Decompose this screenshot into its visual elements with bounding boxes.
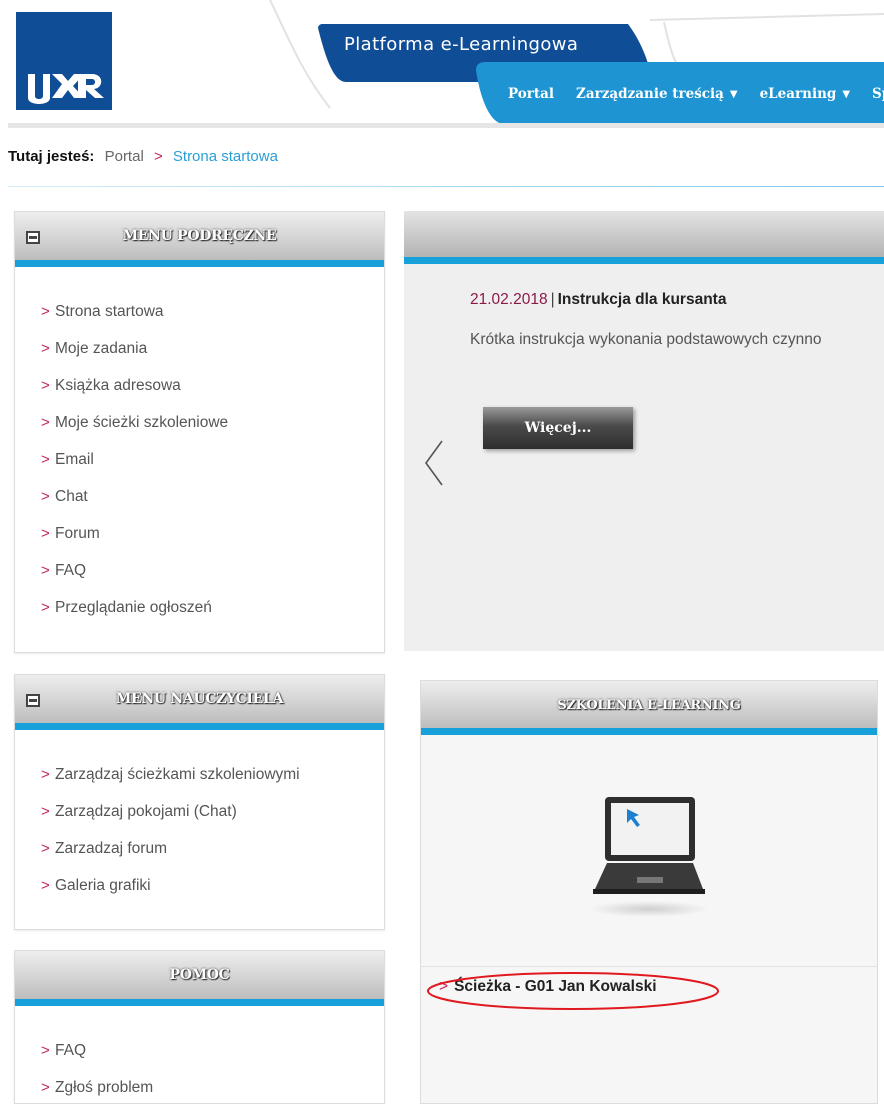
news-date: 21.02.2018 [470, 291, 548, 308]
menu-item-label: FAQ [55, 562, 87, 579]
help-menu-title: POMOC [169, 967, 230, 983]
menu-item-label: Zarządzaj pokojami (Chat) [55, 803, 237, 820]
chevron-right-icon: > [41, 803, 50, 820]
nav-label: Spo [872, 86, 884, 102]
elearning-panel: SZKOLENIA E-LEARNING > Ścieżka - G01 Jan … [420, 680, 878, 1104]
teacher-menu-item[interactable]: > Zarządzaj pokojami (Chat) [15, 793, 384, 830]
chevron-right-icon: > [41, 562, 50, 579]
chevron-right-icon: > [41, 599, 50, 616]
teacher-menu-item[interactable]: > Zarzadzaj forum [15, 830, 384, 867]
highlight-ellipse [427, 972, 719, 1010]
menu-item-label: Chat [55, 488, 88, 505]
ur-logo-icon[interactable] [16, 12, 112, 110]
quick-menu-item[interactable]: > Książka adresowa [15, 367, 384, 404]
nav-content-management[interactable]: Zarządzanie treścią ▼ [576, 86, 738, 102]
news-header [404, 211, 884, 264]
menu-item-label: FAQ [55, 1042, 87, 1059]
header: Platforma e-Learningowa Portal Zarządzan… [0, 0, 884, 128]
nav-label: Portal [508, 86, 555, 102]
chevron-right-icon: > [41, 877, 50, 894]
nav-portal[interactable]: Portal [508, 86, 554, 102]
chevron-right-icon: > [41, 303, 50, 320]
quick-menu-panel: MENU PODRĘCZNE > Strona startowa > Moje za… [14, 211, 385, 653]
breadcrumb-separator-icon: > [153, 148, 163, 165]
teacher-menu-title: MENU NAUCZYCIELA [115, 691, 284, 707]
menu-item-label: Moje zadania [55, 340, 148, 357]
nav-label: eLearning [759, 86, 837, 102]
breadcrumb-portal-link[interactable]: Portal [105, 148, 144, 165]
help-menu-list: > FAQ > Zgłoś problem [15, 1006, 384, 1104]
quick-menu-item[interactable]: > Moje ścieżki szkoleniowe [15, 404, 384, 441]
chevron-right-icon: > [41, 1079, 50, 1096]
teacher-menu-list: > Zarządzaj ścieżkami szkoleniowymi > Zarz… [15, 730, 384, 904]
menu-item-label: Email [55, 451, 94, 468]
menu-item-label: Książka adresowa [55, 377, 181, 394]
quick-menu-item[interactable]: > FAQ [15, 552, 384, 589]
quick-menu-item[interactable]: > Moje zadania [15, 330, 384, 367]
teacher-menu-item[interactable]: > Galeria grafiki [15, 867, 384, 904]
platform-title: Platforma e-Learningowa [344, 34, 579, 55]
news-separator: | [550, 291, 555, 308]
chevron-right-icon: > [41, 377, 50, 394]
menu-item-label: Strona startowa [55, 303, 164, 320]
quick-menu-item[interactable]: > Email [15, 441, 384, 478]
help-menu-header: POMOC [15, 951, 384, 1006]
quick-menu-item[interactable]: > Forum [15, 515, 384, 552]
breadcrumb-current-link[interactable]: Strona startowa [173, 148, 278, 165]
chevron-right-icon: > [41, 1042, 50, 1059]
help-menu-item[interactable]: > FAQ [15, 1032, 384, 1069]
quick-menu-item[interactable]: > Strona startowa [15, 293, 384, 330]
elearning-divider [421, 966, 877, 967]
chevron-right-icon: > [41, 340, 50, 357]
menu-item-label: Zarządzaj ścieżkami szkoleniowymi [55, 766, 300, 783]
quick-menu-item[interactable]: > Chat [15, 478, 384, 515]
header-divider [8, 123, 884, 128]
main-nav: Portal Zarządzanie treścią ▼ eLearning ▼ S… [508, 86, 884, 102]
header-swoosh [269, 0, 884, 124]
menu-item-label: Galeria grafiki [55, 877, 151, 894]
quick-menu-item[interactable]: > Przeglądanie ogłoszeń [15, 589, 384, 626]
breadcrumb-label: Tutaj jesteś: [8, 148, 95, 165]
help-menu-panel: POMOC > FAQ > Zgłoś problem [14, 950, 385, 1104]
breadcrumb-divider [8, 186, 884, 187]
menu-item-label: Forum [55, 525, 100, 542]
news-title: Instrukcja dla kursanta [557, 291, 727, 308]
chevron-right-icon: > [41, 414, 50, 431]
caret-down-icon: ▼ [729, 88, 738, 100]
chevron-right-icon: > [41, 488, 50, 505]
quick-menu-header: MENU PODRĘCZNE [15, 212, 384, 267]
quick-menu-list: > Strona startowa > Moje zadania > Książka … [15, 267, 384, 626]
chevron-right-icon: > [41, 766, 50, 783]
nav-label: Zarządzanie treścią [576, 86, 724, 102]
chevron-right-icon: > [41, 840, 50, 857]
laptop-icon [589, 797, 709, 917]
caret-down-icon: ▼ [842, 88, 851, 100]
chevron-right-icon: > [41, 451, 50, 468]
news-slider: 21.02.2018 | Instrukcja dla kursanta Krótk… [404, 211, 884, 651]
teacher-menu-item[interactable]: > Zarządzaj ścieżkami szkoleniowymi [15, 756, 384, 793]
nav-spo[interactable]: Spo [872, 86, 884, 102]
menu-item-label: Zarzadzaj forum [55, 840, 167, 857]
chevron-left-icon[interactable] [422, 439, 446, 487]
news-headline[interactable]: 21.02.2018 | Instrukcja dla kursanta [470, 291, 726, 309]
breadcrumb: Tutaj jesteś: Portal > Strona startowa [8, 148, 278, 165]
nav-elearning[interactable]: eLearning ▼ [760, 86, 850, 102]
elearning-title: SZKOLENIA E-LEARNING [557, 698, 741, 713]
menu-item-label: Zgłoś problem [55, 1079, 154, 1096]
chevron-right-icon: > [41, 525, 50, 542]
teacher-menu-header: MENU NAUCZYCIELA [15, 675, 384, 730]
help-menu-item[interactable]: > Zgłoś problem [15, 1069, 384, 1104]
quick-menu-title: MENU PODRĘCZNE [122, 228, 277, 244]
teacher-menu-panel: MENU NAUCZYCIELA > Zarządzaj ścieżkami sz… [14, 674, 385, 930]
more-button[interactable]: Więcej... [483, 407, 633, 449]
news-description: Krótka instrukcja wykonania podstawowych… [470, 331, 822, 348]
menu-item-label: Przeglądanie ogłoszeń [55, 599, 212, 616]
elearning-header: SZKOLENIA E-LEARNING [421, 681, 877, 735]
menu-item-label: Moje ścieżki szkoleniowe [55, 414, 229, 431]
